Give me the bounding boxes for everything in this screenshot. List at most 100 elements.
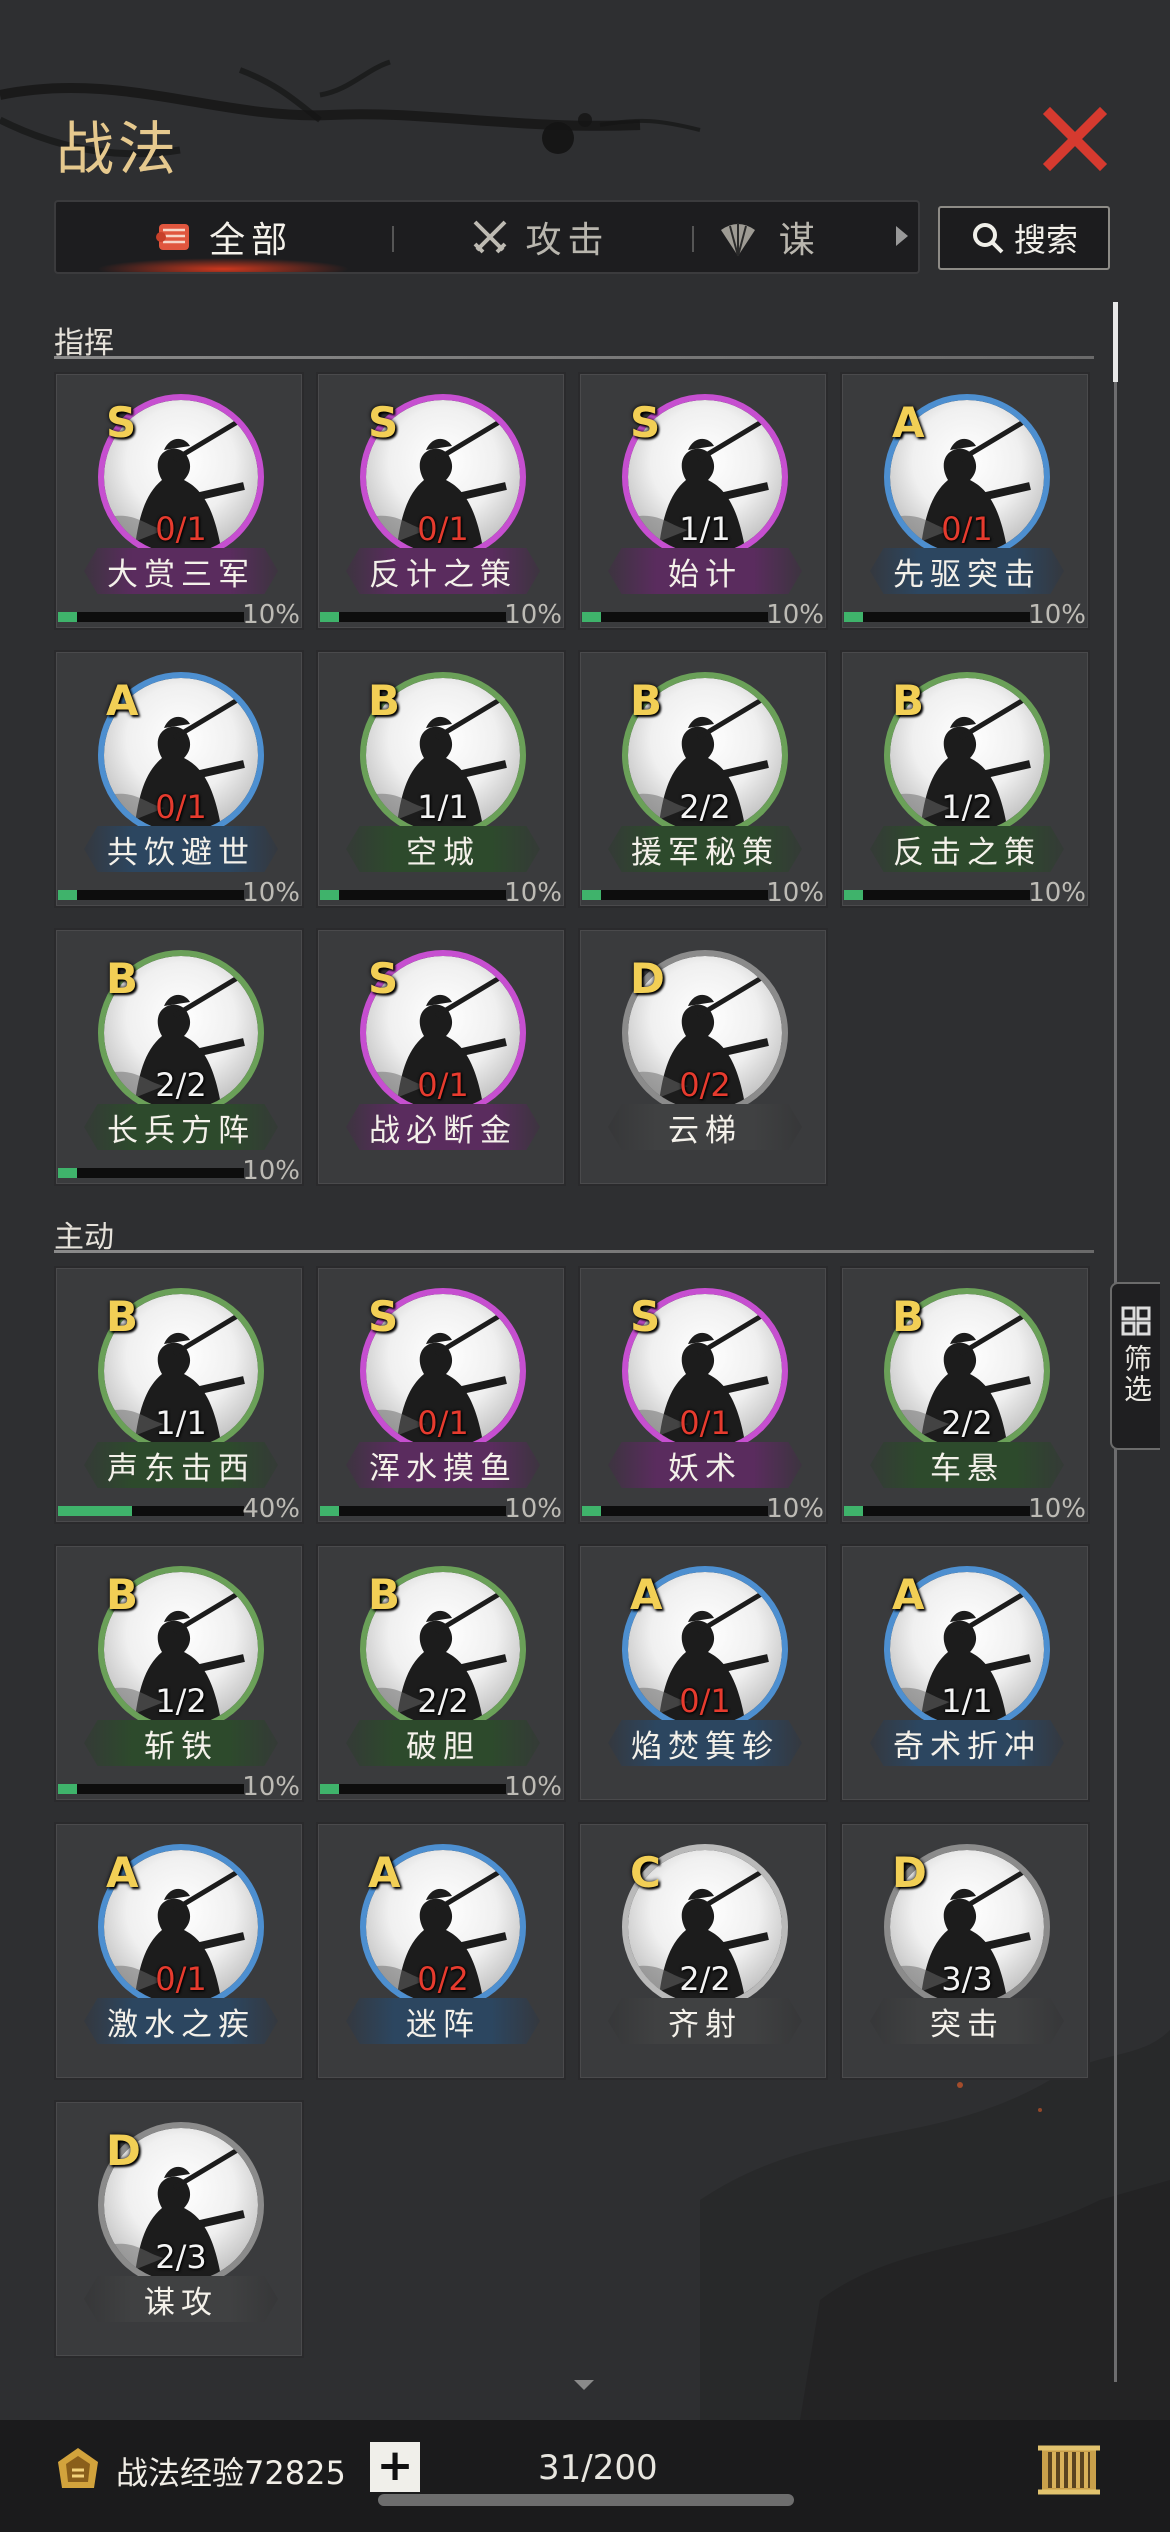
tactic-grade: A xyxy=(892,1570,925,1619)
tactic-grade: A xyxy=(630,1570,663,1619)
tactic-progress-fill xyxy=(58,1784,77,1794)
tactic-card[interactable]: B 2/2 破胆 10% xyxy=(316,1544,566,1802)
tactics-bag-icon[interactable] xyxy=(1034,2436,1104,2502)
fan-icon xyxy=(720,223,755,257)
tactic-grade: D xyxy=(106,2126,141,2175)
tactic-name: 始计 xyxy=(608,548,802,594)
tab-attack-label: 攻击 xyxy=(525,220,610,261)
tactic-name: 浑水摸鱼 xyxy=(346,1442,540,1488)
tactic-progress-bar xyxy=(58,1506,244,1516)
tactic-progress-fill xyxy=(320,1784,339,1794)
tactic-progress-bar xyxy=(844,612,1030,622)
exp-label: 战法经验 xyxy=(116,2454,245,2492)
tactic-card[interactable]: B 1/2 斩铁 10% xyxy=(54,1544,304,1802)
tactic-name: 云梯 xyxy=(608,1104,802,1150)
tactic-name: 破胆 xyxy=(346,1720,540,1766)
tactic-card[interactable]: B 2/2 车悬 10% xyxy=(840,1266,1090,1524)
tactic-grade: B xyxy=(368,676,401,725)
tactic-progress-percent: 10% xyxy=(242,1772,300,1802)
tactic-card[interactable]: S 0/1 妖术 10% xyxy=(578,1266,828,1524)
tactic-card[interactable]: A 0/1 焰焚箕轸 xyxy=(578,1544,828,1802)
tactic-name: 车悬 xyxy=(870,1442,1064,1488)
section-divider xyxy=(54,356,1094,359)
tactic-count: 1/1 xyxy=(417,788,469,826)
tactic-progress-percent: 40% xyxy=(242,1494,300,1524)
search-button[interactable]: 搜索 xyxy=(938,206,1110,270)
category-tabs: 全部 攻击 谋 xyxy=(54,200,920,274)
home-indicator[interactable] xyxy=(378,2494,794,2506)
magnifier-icon xyxy=(972,223,1004,254)
tactic-name: 突击 xyxy=(870,1998,1064,2044)
tactic-progress-fill xyxy=(844,890,863,900)
tactic-progress-fill xyxy=(58,612,77,622)
tactic-card[interactable]: S 0/1 大赏三军 10% xyxy=(54,372,304,630)
close-icon[interactable] xyxy=(1040,104,1110,174)
tactic-grade: D xyxy=(892,1848,927,1897)
tactic-card[interactable]: B 1/1 声东击西 40% xyxy=(54,1266,304,1524)
tactic-progress-percent: 10% xyxy=(1028,878,1086,908)
filter-button[interactable]: 筛选 xyxy=(1110,1282,1160,1450)
tactic-count: 2/2 xyxy=(155,1066,207,1104)
tactic-progress-percent: 10% xyxy=(504,878,562,908)
tactic-card[interactable]: S 0/1 战必断金 xyxy=(316,928,566,1186)
tactic-card[interactable]: S 1/1 始计 10% xyxy=(578,372,828,630)
tactics-capacity: 31/200 xyxy=(538,2448,658,2488)
crossed-swords-icon xyxy=(474,220,507,254)
tactic-card[interactable]: B 2/2 长兵方阵 10% xyxy=(54,928,304,1186)
scrollbar-thumb[interactable] xyxy=(1113,302,1118,382)
tactic-grade: B xyxy=(630,676,663,725)
tactic-card[interactable]: A 0/2 迷阵 xyxy=(316,1822,566,2080)
tactic-card[interactable]: D 3/3 突击 xyxy=(840,1822,1090,2080)
search-label: 搜索 xyxy=(1013,221,1078,259)
tactic-progress-bar xyxy=(320,612,506,622)
tactic-progress-bar xyxy=(844,890,1030,900)
tactic-card[interactable]: C 2/2 齐射 xyxy=(578,1822,828,2080)
tactic-name: 激水之疾 xyxy=(84,1998,278,2044)
scroll-bundle-icon xyxy=(156,224,190,250)
tab-scroll-right-icon[interactable] xyxy=(896,226,908,246)
tab-attack[interactable]: 攻击 xyxy=(390,202,688,272)
tactic-count: 1/1 xyxy=(941,1682,993,1720)
tactic-progress-percent: 10% xyxy=(766,878,824,908)
tactic-name: 共饮避世 xyxy=(84,826,278,872)
tactic-card[interactable]: S 0/1 反计之策 10% xyxy=(316,372,566,630)
tactic-count: 0/2 xyxy=(417,1960,469,1998)
tactic-card[interactable]: A 1/1 奇术折冲 xyxy=(840,1544,1090,1802)
tactic-progress-percent: 10% xyxy=(242,600,300,630)
tactic-name: 援军秘策 xyxy=(608,826,802,872)
tactic-card[interactable]: A 0/1 激水之疾 xyxy=(54,1822,304,2080)
tactic-progress-percent: 10% xyxy=(1028,600,1086,630)
tactic-grade: A xyxy=(368,1848,401,1897)
tactic-grade: S xyxy=(630,398,661,447)
tactic-grade: B xyxy=(892,1292,925,1341)
tactic-progress-fill xyxy=(844,612,863,622)
tactic-grade: B xyxy=(892,676,925,725)
tactic-card[interactable]: D 0/2 云梯 xyxy=(578,928,828,1186)
tactic-name: 焰焚箕轸 xyxy=(608,1720,802,1766)
tab-all[interactable]: 全部 xyxy=(56,202,390,272)
grid-icon xyxy=(1121,1306,1151,1336)
add-exp-button[interactable]: + xyxy=(370,2442,420,2492)
tactic-card[interactable]: B 1/2 反击之策 10% xyxy=(840,650,1090,908)
tactic-grade: B xyxy=(106,1570,139,1619)
tactic-progress-percent: 10% xyxy=(1028,1494,1086,1524)
exp-value: 72825 xyxy=(244,2454,346,2492)
tactic-card[interactable]: S 0/1 浑水摸鱼 10% xyxy=(316,1266,566,1524)
tactic-card[interactable]: B 1/1 空城 10% xyxy=(316,650,566,908)
tactic-count: 0/1 xyxy=(155,510,207,548)
tab-strategy[interactable]: 谋 xyxy=(689,202,918,272)
tactic-count: 1/1 xyxy=(679,510,731,548)
tactic-card[interactable]: A 0/1 共饮避世 10% xyxy=(54,650,304,908)
tactic-grade: B xyxy=(368,1570,401,1619)
tactic-card[interactable]: D 2/3 谋攻 xyxy=(54,2100,304,2358)
tactic-card[interactable]: A 0/1 先驱突击 10% xyxy=(840,372,1090,630)
tactic-name: 大赏三军 xyxy=(84,548,278,594)
tactic-progress-fill xyxy=(320,612,339,622)
tactic-progress-percent: 10% xyxy=(504,1772,562,1802)
tactic-progress-bar xyxy=(58,1784,244,1794)
tactic-progress-bar xyxy=(58,1168,244,1178)
tactic-count: 2/2 xyxy=(679,1960,731,1998)
tactic-progress-bar xyxy=(58,890,244,900)
tactic-progress-percent: 10% xyxy=(766,1494,824,1524)
tactic-card[interactable]: B 2/2 援军秘策 10% xyxy=(578,650,828,908)
